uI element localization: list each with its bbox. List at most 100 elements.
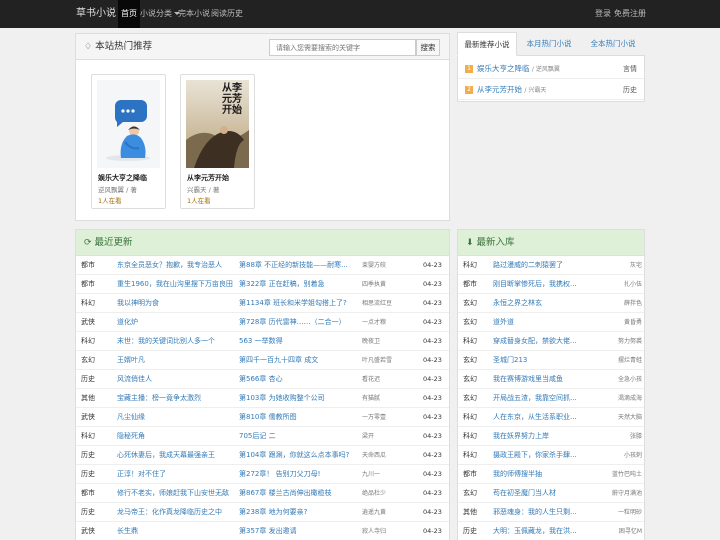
row-book-link[interactable]: 圣城门213 [493,351,603,369]
row-book-link[interactable]: 邪恶魂身：我的人生只剩... [493,503,603,521]
login-link[interactable]: 登录 [595,0,611,28]
row-author: 灰宅 [629,262,642,269]
row-author: 四季执黄 [362,281,387,288]
row-book-link[interactable]: 末世：我的关键词比别人多一个 [117,332,236,350]
row-chapter-link[interactable]: 第357章 发出邀请 [239,522,359,540]
row-author: 摆烂青蛙 [617,357,642,364]
updates-panel-header: ⟳ 最近更新 [76,230,449,256]
row-chapter-link[interactable]: 第238章 地为何要亲? [239,503,359,521]
book-cover[interactable] [97,80,160,168]
row-book-link[interactable]: 刚目断掌惨死后，我携权... [493,275,603,293]
row-book-link[interactable]: 龙马帝王：化作真龙降临历史之中 [117,503,236,521]
nav-item-home[interactable]: 首页 [118,0,140,28]
hot-book-link[interactable]: 娱乐大亨之降临 / 逆风飘翼 [477,59,560,80]
row-chapter-link[interactable]: 第103章 为她收购整个公司 [239,389,359,407]
nav-item-history[interactable]: 阅读历史 [211,0,243,28]
row-book-link[interactable]: 道化炉 [117,313,236,331]
row-chapter-link[interactable]: 第104章 跟涮，你就这么点本事吗? [239,446,359,464]
table-row: 都市 重生1960，我在山沟里摆下万亩良田 第322章 正在赶稿，别着急 四季执黄 04… [76,275,449,294]
row-book-link[interactable]: 我在妖界努力上岸 [493,427,603,445]
row-author: 看花迟 [362,376,381,383]
nav-item-categories[interactable]: 小说分类 [140,0,180,28]
row-book-link[interactable]: 我以神明为食 [117,294,236,312]
row-book-link[interactable]: 苟在初圣魔门当人材 [493,484,603,502]
row-chapter-link[interactable]: 第88章 不正经的新技能——耐寒... [239,256,359,274]
list-item[interactable]: 2 从李元芳开始 / 兴霸天 历史 [458,80,644,100]
tab-completed-hot[interactable]: 全本热门小说 [581,32,645,56]
row-book-link[interactable]: 长生鼎 [117,522,236,540]
row-category: 科幻 [463,451,477,459]
refresh-icon: ⟳ [84,238,92,248]
row-book-link[interactable]: 修行不老实，师娘赶我下山安世无敌 [117,484,236,502]
row-category: 科幻 [81,299,95,307]
table-row: 科幻 摄政王殿下，你家杀手肆... 小孩刺 [458,446,644,465]
row-date: 04-23 [423,527,442,535]
row-author: 有猫腻 [362,395,381,402]
row-chapter-link[interactable]: 第1134章 班长和米学姐勾搭上了? [239,294,359,312]
row-author: 束婴方皎 [362,262,387,269]
row-book-link[interactable]: 重生1960，我在山沟里摆下万亩良田 [117,275,236,293]
tab-latest-recommend[interactable]: 最新推荐小说 [457,32,517,56]
register-link[interactable]: 免费注册 [614,0,646,28]
row-author: 困寻忆M [618,528,642,535]
row-book-link[interactable]: 心死休妻后，我成天幕最强亲王 [117,446,236,464]
row-chapter-link[interactable]: 第810章 儒教所图 [239,408,359,426]
row-book-link[interactable]: 我的师傅搜半抽 [493,465,603,483]
search-input[interactable] [269,39,416,56]
row-book-link[interactable]: 开局战五渣，我靠空间抓... [493,389,603,407]
table-row: 都市 刚目断掌惨死后，我携权... 扎小伍 [458,275,644,294]
row-book-link[interactable]: 正淳！对不住了 [117,465,236,483]
book-readers: 1人在看 [98,197,122,205]
table-row: 历史 心死休妻后，我成天幕最强亲王 第104章 跟涮，你就这么点本事吗? 天命西瓜 04… [76,446,449,465]
table-row: 玄幻 我在赛博游戏里当咸鱼 全急小孩 [458,370,644,389]
row-book-link[interactable]: 凡尘仙缘 [117,408,236,426]
row-book-link[interactable]: 道外道 [493,313,603,331]
row-author: 蓝竹巴吨土 [611,471,642,478]
rank-badge: 2 [465,86,473,94]
search-button[interactable]: 搜索 [416,39,440,56]
row-category: 玄幻 [463,489,477,497]
row-book-link[interactable]: 穿成替身女配，禁欲大佬... [493,332,603,350]
row-chapter-link[interactable]: 563 一举数得 [239,332,359,350]
table-row: 其他 邪恶魂身：我的人生只剩... 一粒明砂 [458,503,644,522]
row-chapter-link[interactable]: 第272章！ 告别刀父刀母! [239,465,359,483]
row-chapter-link[interactable]: 第566章 杏心 [239,370,359,388]
row-book-link[interactable]: 摄政王殿下，你家杀手肆... [493,446,603,464]
row-book-link[interactable]: 王婿叶凡 [117,351,236,369]
row-author: 绝品杜少 [362,490,387,497]
row-category: 玄幻 [81,356,95,364]
row-book-link[interactable]: 宝藏主播：榜一竟争太激烈 [117,389,236,407]
book-card[interactable]: 娱乐大亨之降临 逆风飘翼 / 著 1人在看 [91,74,166,209]
row-chapter-link[interactable]: 第322章 正在赶稿，别着急 [239,275,359,293]
row-book-link[interactable]: 人在东京，从生活系职业... [493,408,603,426]
row-category: 武侠 [81,413,95,421]
row-category: 科幻 [463,261,477,269]
table-row: 科幻 路过漫威的二刺猿罢了 灰宅 [458,256,644,275]
row-book-link[interactable]: 风流俏佳人 [117,370,236,388]
row-chapter-link[interactable]: 第728章 历代雷神……（二合一） [239,313,359,331]
row-chapter-link[interactable]: 第四千一百九十四章 成文 [239,351,359,369]
table-row: 科幻 末世：我的关键词比别人多一个 563 一举数得 晚夜卫 04-23 [76,332,449,351]
row-book-link[interactable]: 路过漫威的二刺猿罢了 [493,256,603,274]
book-title[interactable]: 娱乐大亨之降临 [98,173,147,183]
row-book-link[interactable]: 大明：玉佩藏龙，我在洪... [493,522,603,540]
row-author: 蔚守月满池 [611,490,642,497]
row-category: 科幻 [81,337,95,345]
nav-item-completed[interactable]: 完本小说 [178,0,210,28]
row-category: 其他 [463,508,477,516]
tab-monthly-hot[interactable]: 本月热门小说 [519,32,579,56]
row-book-link[interactable]: 隐秘死角 [117,427,236,445]
row-chapter-link[interactable]: 705后记 二 [239,427,359,445]
table-row: 武侠 凡尘仙缘 第810章 儒教所图 一万零壹 04-23 [76,408,449,427]
row-book-link[interactable]: 永恒之界之林玄 [493,294,603,312]
hot-book-link[interactable]: 从李元芳开始 / 兴霸天 [477,80,546,101]
row-chapter-link[interactable]: 第867章 楼兰古尚伸出橄榄枝 [239,484,359,502]
book-card[interactable]: 从李元芳开始 从李元芳开始 兴霸天 / 著 1人在看 [180,74,255,209]
row-book-link[interactable]: 我在赛博游戏里当咸鱼 [493,370,603,388]
site-brand[interactable]: 草书小说 [76,0,116,28]
book-title[interactable]: 从李元芳开始 [187,173,229,183]
row-category: 都市 [81,489,95,497]
row-book-link[interactable]: 东京全员恶女？抱歉，我专治恶人 [117,256,236,274]
row-date: 04-23 [423,318,442,326]
list-item[interactable]: 1 娱乐大亨之降临 / 逆风飘翼 言情 [458,59,644,79]
